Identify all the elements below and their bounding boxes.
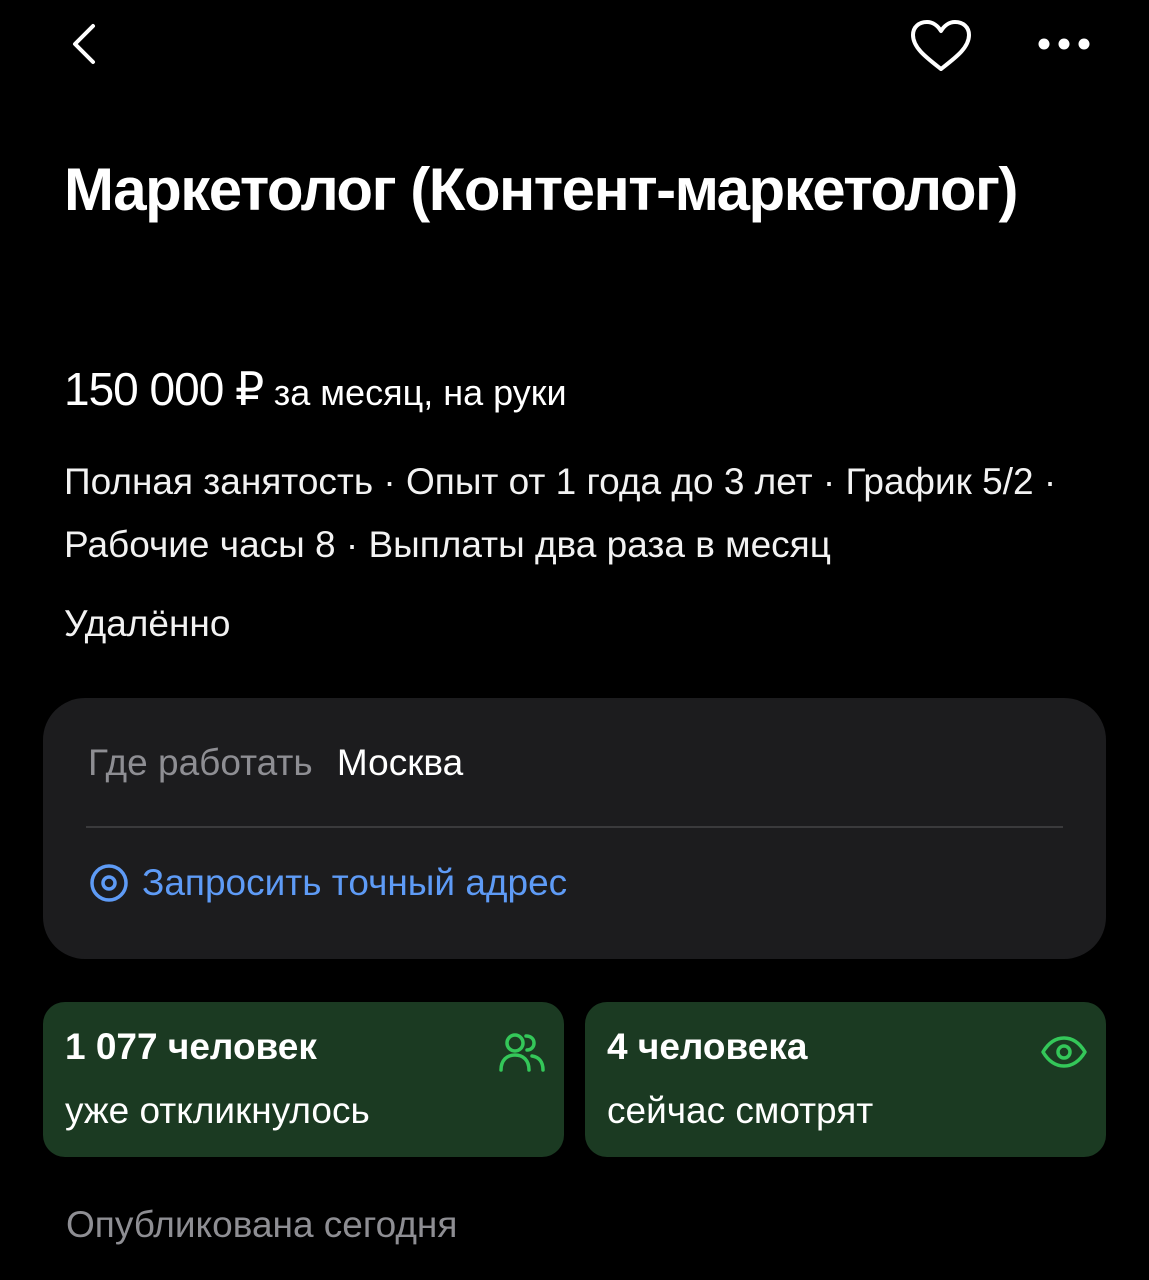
responses-count: 1 077 человек [65, 1026, 317, 1067]
published-date: Опубликована сегодня [66, 1204, 458, 1245]
people-icon [499, 1033, 545, 1072]
location-card: Где работать Москва Запросить точный адр… [43, 698, 1106, 959]
viewers-count: 4 человека [607, 1026, 808, 1067]
back-button[interactable] [58, 18, 110, 70]
request-address-link[interactable]: Запросить точный адрес [88, 862, 567, 904]
request-address-label: Запросить точный адрес [142, 862, 568, 903]
more-options-button[interactable] [1034, 20, 1094, 68]
work-location-city: Москва [336, 742, 464, 783]
salary-note: за месяц, на руки [273, 372, 567, 413]
viewers-stat-card: 4 человека сейчас смотрят [585, 1002, 1106, 1157]
work-location-label: Где работать [88, 742, 313, 783]
top-navigation-bar [0, 0, 1149, 90]
chevron-left-icon [73, 24, 95, 64]
salary: 150 000 ₽ за месяц, на руки [64, 362, 567, 416]
responses-stat-card: 1 077 человек уже откликнулось [43, 1002, 564, 1157]
more-horizontal-icon [1038, 38, 1090, 50]
divider [86, 826, 1063, 828]
favorite-button[interactable] [902, 14, 980, 78]
responses-description: уже откликнулось [65, 1090, 370, 1131]
work-format: Удалённо [64, 603, 231, 644]
location-pin-icon [90, 864, 128, 902]
heart-outline-icon [911, 20, 971, 71]
employment-conditions: Полная занятость · Опыт от 1 года до 3 л… [64, 461, 1057, 565]
viewers-description: сейчас смотрят [607, 1090, 874, 1131]
work-location-row: Где работать Москва [88, 742, 463, 784]
eye-icon [1041, 1036, 1087, 1068]
salary-amount: 150 000 ₽ [64, 363, 264, 415]
vacancy-title: Маркетолог (Контент-маркетолог) [64, 156, 1019, 223]
